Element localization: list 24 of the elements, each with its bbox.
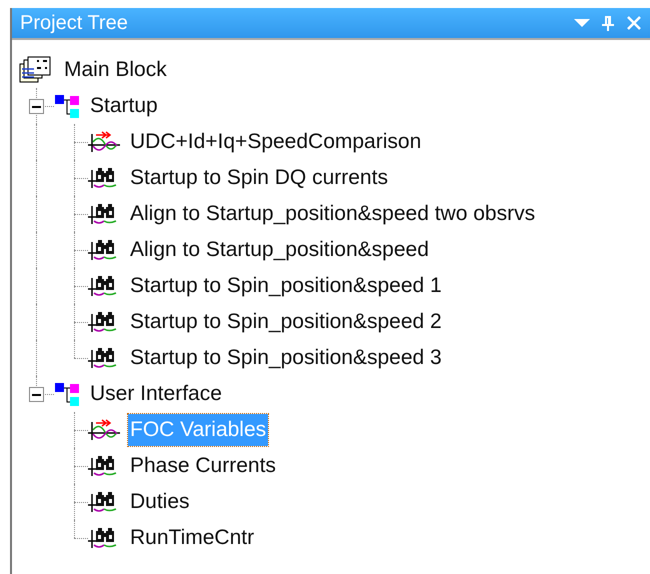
- folder-tree-icon: [54, 93, 80, 119]
- tree-item-label[interactable]: Startup to Spin DQ currents: [128, 162, 390, 194]
- chart-icon: [88, 130, 122, 154]
- tree-item-label[interactable]: User Interface: [90, 378, 222, 410]
- tree-item-label[interactable]: Align to Startup_position&speed two obsrvs: [128, 198, 538, 230]
- folder-tree-icon: [54, 381, 80, 407]
- panel-title: Project Tree: [20, 11, 129, 36]
- project-icon: [18, 56, 52, 84]
- tree-item-label[interactable]: Startup to Spin_position&speed 1: [128, 270, 444, 302]
- tree-item-label[interactable]: Phase Currents: [128, 450, 278, 482]
- chart-icon: [88, 418, 122, 442]
- tree-item-label[interactable]: Startup: [90, 90, 158, 122]
- close-icon[interactable]: [626, 15, 642, 31]
- tree-item-label[interactable]: Startup to Spin_position&speed 3: [128, 342, 444, 374]
- dropdown-icon[interactable]: [574, 18, 590, 28]
- tree-item-label[interactable]: Startup to Spin_position&speed 2: [128, 306, 444, 338]
- tree-item-label[interactable]: Main Block: [64, 54, 167, 86]
- pin-icon[interactable]: [602, 15, 614, 31]
- tree-item-label[interactable]: Duties: [128, 486, 192, 518]
- collapse-toggle[interactable]: [29, 387, 44, 402]
- collapse-toggle[interactable]: [29, 99, 44, 114]
- tree-item-label[interactable]: UDC+Id+Iq+SpeedComparison: [128, 126, 424, 158]
- tree-item-label[interactable]: Align to Startup_position&speed: [128, 234, 431, 266]
- tree-item-label[interactable]: RunTimeCntr: [128, 522, 256, 554]
